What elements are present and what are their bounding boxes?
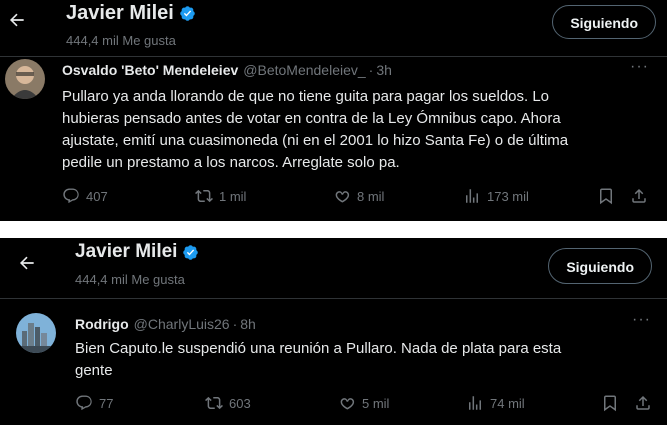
back-arrow-icon[interactable] — [16, 253, 38, 275]
author-name[interactable]: Rodrigo — [75, 316, 129, 332]
more-horizontal-icon[interactable]: ··· — [630, 58, 649, 76]
tweet-header: Osvaldo 'Beto' Mendeleiev @BetoMendeleie… — [62, 62, 392, 78]
tweet-time[interactable]: 3h — [376, 62, 392, 78]
tweet-text: Pullaro ya anda llorando de que no tiene… — [62, 88, 569, 171]
title-row: Javier Milei — [75, 241, 199, 263]
bookmark-icon[interactable] — [597, 187, 615, 210]
share-icon[interactable] — [630, 187, 648, 210]
repost-button[interactable]: 1 mil — [195, 187, 246, 205]
author-name[interactable]: Osvaldo 'Beto' Mendeleiev — [62, 62, 238, 78]
like-count: 5 mil — [362, 395, 390, 411]
views-chart-icon — [466, 394, 490, 412]
divider — [0, 56, 667, 57]
reply-count: 77 — [99, 395, 114, 411]
like-count: 8 mil — [357, 188, 385, 204]
separator-dot: · — [232, 316, 238, 332]
more-horizontal-icon[interactable]: ··· — [632, 311, 651, 329]
reply-button[interactable]: 407 — [62, 187, 108, 205]
profile-header: Javier Milei 444,4 mil Me gusta Siguiend… — [0, 0, 667, 56]
verified-badge-icon — [182, 244, 199, 261]
tweet-actions: 407 1 mil 8 mil 173 mil — [0, 187, 667, 211]
share-icon[interactable] — [634, 394, 652, 417]
repost-icon — [205, 394, 229, 412]
tweet-actions: 77 603 5 mil 74 mil — [0, 394, 667, 418]
likes-count-subtitle: 444,4 mil Me gusta — [66, 33, 176, 48]
screenshot-panel-1: Javier Milei 444,4 mil Me gusta Siguiend… — [0, 0, 667, 221]
heart-icon — [338, 394, 362, 412]
verified-badge-icon — [179, 5, 196, 22]
bookmark-icon[interactable] — [601, 394, 619, 417]
following-button[interactable]: Siguiendo — [548, 248, 652, 284]
page-title: Javier Milei — [66, 2, 174, 24]
like-button[interactable]: 5 mil — [338, 394, 389, 412]
avatar[interactable] — [5, 59, 45, 99]
views-count: 173 mil — [487, 188, 529, 204]
avatar[interactable] — [16, 313, 56, 353]
views-button[interactable]: 173 mil — [463, 187, 529, 205]
heart-icon — [333, 187, 357, 205]
reply-icon — [62, 187, 86, 205]
profile-header: Javier Milei 444,4 mil Me gusta Siguiend… — [0, 238, 667, 294]
views-button[interactable]: 74 mil — [466, 394, 525, 412]
tweet-header: Rodrigo @CharlyLuis26 · 8h — [75, 316, 256, 332]
views-count: 74 mil — [490, 395, 525, 411]
author-handle[interactable]: @BetoMendeleiev_ — [243, 62, 365, 78]
repost-icon — [195, 187, 219, 205]
author-handle[interactable]: @CharlyLuis26 — [134, 316, 230, 332]
separator-dot: · — [368, 62, 374, 78]
like-button[interactable]: 8 mil — [333, 187, 384, 205]
reply-button[interactable]: 77 — [75, 394, 113, 412]
title-row: Javier Milei — [66, 2, 196, 25]
views-chart-icon — [463, 187, 487, 205]
back-arrow-icon[interactable] — [6, 10, 28, 32]
tweet-time[interactable]: 8h — [240, 316, 256, 332]
page-title: Javier Milei — [75, 241, 178, 262]
repost-count: 1 mil — [219, 188, 247, 204]
divider — [0, 298, 667, 299]
repost-count: 603 — [229, 395, 251, 411]
repost-button[interactable]: 603 — [205, 394, 251, 412]
tweet-text: Bien Caputo.le suspendió una reunión a P… — [75, 340, 562, 379]
screenshot-panel-2: Javier Milei 444,4 mil Me gusta Siguiend… — [0, 238, 667, 425]
reply-count: 407 — [86, 188, 108, 204]
likes-count-subtitle: 444,4 mil Me gusta — [75, 272, 185, 287]
following-button[interactable]: Siguiendo — [552, 5, 656, 39]
reply-icon — [75, 394, 99, 412]
